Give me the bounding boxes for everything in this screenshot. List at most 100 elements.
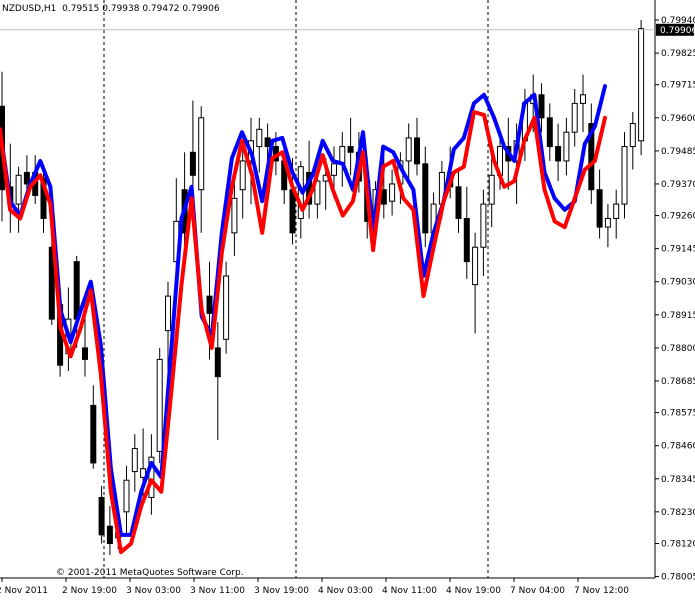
candle xyxy=(256,117,263,173)
symbol-label: NZDUSD,H1 xyxy=(2,4,57,14)
x-tick-label: 3 Nov 03:00 xyxy=(126,586,181,596)
candle-body-up xyxy=(571,102,578,133)
y-tick-label: 0.78575 xyxy=(661,409,695,419)
y-tick-label: 0.79485 xyxy=(661,147,695,157)
candle-body-down xyxy=(455,186,462,219)
price-axis-ticks: 0.799400.798250.797150.796000.794850.793… xyxy=(655,16,695,583)
candle-body-up xyxy=(629,123,636,148)
candle xyxy=(414,117,420,176)
x-tick-label: 2 Nov 2011 xyxy=(0,586,48,596)
candle-body-down xyxy=(82,347,88,360)
candle xyxy=(239,146,246,219)
candle-body-up xyxy=(638,28,645,142)
candle xyxy=(90,385,97,469)
current-price-label: 0.79906 xyxy=(660,26,695,36)
candle xyxy=(198,106,205,233)
candle xyxy=(571,89,578,147)
candle-body-down xyxy=(289,189,296,234)
candle xyxy=(389,169,396,216)
candle-body-down xyxy=(206,295,213,314)
candle xyxy=(613,189,620,239)
candle xyxy=(148,434,155,515)
candle-body-up xyxy=(580,94,586,104)
candle-body-down xyxy=(214,347,221,378)
candle-body-up xyxy=(563,131,570,162)
candle xyxy=(347,117,354,176)
y-tick-label: 0.79145 xyxy=(661,245,695,255)
candle-body-up xyxy=(405,137,412,162)
candle-body-up xyxy=(613,203,620,219)
candle-body-up xyxy=(198,117,205,191)
candle-body-up xyxy=(480,203,487,248)
candle-body-up xyxy=(488,174,495,205)
y-tick-label: 0.78800 xyxy=(661,344,695,354)
y-tick-label: 0.79600 xyxy=(661,114,695,124)
candle-body-up xyxy=(231,197,238,234)
y-tick-label: 0.79260 xyxy=(661,212,695,222)
x-tick-label: 2 Nov 19:00 xyxy=(62,586,117,596)
candle-body-down xyxy=(596,189,603,228)
candle-body-down xyxy=(106,525,113,544)
y-tick-label: 0.78915 xyxy=(661,311,695,321)
candle xyxy=(555,123,562,182)
candle xyxy=(546,103,553,161)
candle xyxy=(480,189,487,276)
candle xyxy=(596,169,603,239)
y-tick-label: 0.79030 xyxy=(661,278,695,288)
candle-body-up xyxy=(621,146,628,205)
candle xyxy=(472,232,479,334)
candle-body-up xyxy=(389,183,396,202)
y-tick-label: 0.79825 xyxy=(661,49,695,59)
candle-body-up xyxy=(131,448,138,473)
candle-body-down xyxy=(23,171,30,185)
y-tick-label: 0.78685 xyxy=(661,377,695,387)
candle xyxy=(621,132,628,219)
series-line-blue xyxy=(0,84,607,537)
candle xyxy=(455,169,462,233)
axes xyxy=(0,0,656,579)
candle-body-up xyxy=(123,479,130,513)
candle xyxy=(339,132,346,187)
x-tick-label: 4 Nov 03:00 xyxy=(318,586,373,596)
y-tick-label: 0.78230 xyxy=(661,508,695,518)
candle-body-down xyxy=(98,496,105,536)
x-tick-label: 7 Nov 12:00 xyxy=(574,586,629,596)
candle xyxy=(405,123,412,182)
candle xyxy=(629,112,636,170)
chart-header: NZDUSD,H1 0.79515 0.79938 0.79472 0.7990… xyxy=(2,4,220,14)
y-tick-label: 0.79715 xyxy=(661,81,695,91)
candle-body-down xyxy=(414,137,420,165)
price-chart[interactable]: 0.799400.798250.797150.796000.794850.793… xyxy=(0,0,695,599)
candles-layer xyxy=(0,20,645,555)
candle-body-up xyxy=(15,174,22,205)
chart-window[interactable]: 0.79940 0.79825 0.79715 0.79600 0.79485 0.793… xyxy=(0,0,695,599)
candle xyxy=(580,74,586,133)
candle xyxy=(15,166,22,233)
candle-body-up xyxy=(472,246,479,286)
candle xyxy=(563,117,570,176)
candle-body-down xyxy=(463,217,470,263)
candle xyxy=(422,146,429,248)
candle-body-up xyxy=(223,275,230,340)
candle xyxy=(106,506,113,555)
x-tick-label: 4 Nov 11:00 xyxy=(382,586,437,596)
candle-body-up xyxy=(165,295,171,332)
x-tick-label: 7 Nov 04:00 xyxy=(510,586,565,596)
candle-body-down xyxy=(90,404,97,464)
candle-body-down xyxy=(555,146,562,162)
candle xyxy=(604,204,611,248)
copyright-notice: © 2001-2011 MetaQuotes Software Corp. xyxy=(56,568,244,578)
candle xyxy=(123,465,130,535)
candle-body-down xyxy=(347,146,354,153)
time-axis-ticks: 2 Nov 2011 2 Nov 19:00 3 Nov 03:00 3 Nov 11… xyxy=(0,578,629,596)
x-tick-label: 4 Nov 19:00 xyxy=(446,586,501,596)
candle-body-down xyxy=(546,117,553,148)
candle xyxy=(156,347,163,463)
candle xyxy=(214,322,221,440)
candle-body-down xyxy=(422,163,429,234)
x-tick-label: 3 Nov 11:00 xyxy=(190,586,245,596)
y-tick-label: 0.78345 xyxy=(661,475,695,485)
candle-body-up xyxy=(331,163,337,176)
candle xyxy=(98,485,105,544)
candle-body-up xyxy=(239,160,246,191)
